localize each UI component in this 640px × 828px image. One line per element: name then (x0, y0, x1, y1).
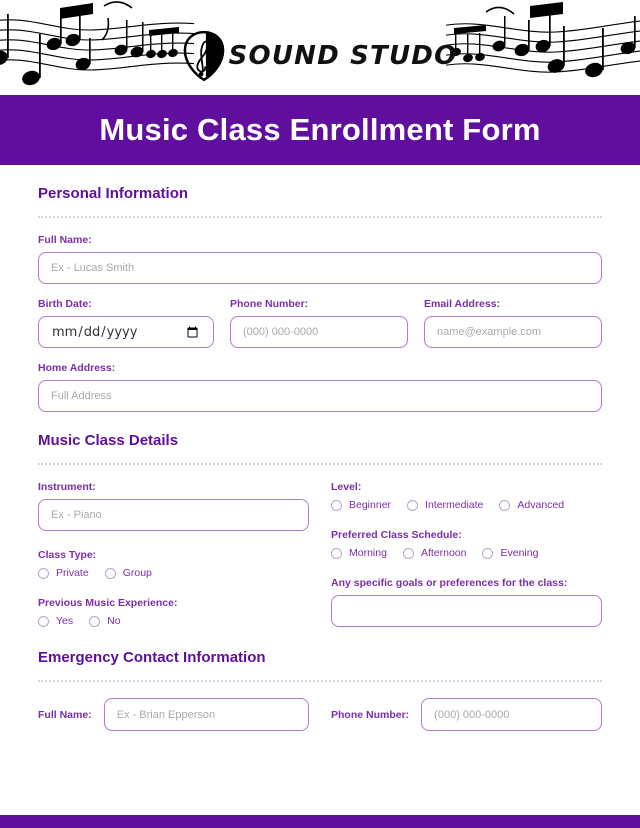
radio-class-type-group[interactable]: Group (104, 567, 152, 579)
label-instrument: Instrument: (38, 481, 96, 493)
label-level: Level: (331, 481, 362, 493)
email-address-input[interactable] (424, 316, 602, 348)
radio-label: Afternoon (420, 547, 467, 559)
radio-level-intermediate[interactable]: Intermediate (407, 499, 483, 511)
goals-input[interactable] (331, 595, 602, 627)
radio-circle-icon[interactable] (89, 615, 101, 627)
radio-circle-icon[interactable] (104, 567, 116, 579)
radio-schedule-evening[interactable]: Evening (482, 547, 538, 559)
brand-logo: SOUND STUDO (0, 30, 640, 82)
radio-label: Yes (56, 615, 74, 627)
enrollment-form-page: SOUND STUDO Music Class Enrollment Form … (0, 0, 640, 828)
emergency-phone-input[interactable] (421, 698, 602, 731)
instrument-input[interactable] (38, 499, 309, 531)
radio-label: Private (56, 567, 89, 579)
radio-label: Beginner (349, 499, 392, 511)
radio-class-type-private[interactable]: Private (38, 567, 89, 579)
label-class-type: Class Type: (38, 549, 97, 561)
page-title: Music Class Enrollment Form (99, 112, 541, 147)
label-goals: Any specific goals or preferences for th… (331, 577, 568, 589)
field-previous-experience: Previous Music Experience: Yes No (38, 597, 309, 627)
field-home-address: Home Address: (38, 362, 602, 412)
form-body: Personal Information Full Name: Birth Da… (0, 165, 640, 731)
level-radio-group: Beginner Intermediate Advanced (331, 499, 602, 511)
field-class-type: Class Type: Private Group (38, 549, 309, 579)
label-home-address: Home Address: (38, 362, 116, 374)
section-heading-class-details: Music Class Details (38, 432, 179, 449)
label-previous-experience: Previous Music Experience: (38, 597, 178, 609)
radio-level-beginner[interactable]: Beginner (331, 499, 391, 511)
radio-circle-icon[interactable] (482, 547, 494, 559)
class-type-radio-group: Private Group (38, 567, 309, 579)
emergency-contact-row: Full Name: Phone Number: (38, 698, 602, 731)
label-emergency-phone: Phone Number: (331, 708, 410, 721)
radio-label: No (107, 615, 121, 627)
section-divider-personal (38, 216, 602, 218)
field-preferred-schedule: Preferred Class Schedule: Morning Aftern… (331, 529, 602, 559)
field-email-address: Email Address: (424, 298, 602, 348)
radio-label: Group (122, 567, 152, 579)
label-preferred-schedule: Preferred Class Schedule: (331, 529, 462, 541)
field-instrument: Instrument: (38, 481, 309, 531)
radio-label: Morning (349, 547, 387, 559)
radio-circle-icon[interactable] (38, 567, 49, 579)
field-phone-number: Phone Number: (230, 298, 408, 348)
radio-label: Intermediate (425, 499, 484, 511)
full-name-input[interactable] (38, 252, 602, 284)
field-full-name: Full Name: (38, 234, 602, 284)
radio-circle-icon[interactable] (331, 499, 342, 511)
previous-experience-radio-group: Yes No (38, 615, 309, 627)
radio-circle-icon[interactable] (402, 547, 414, 559)
radio-schedule-afternoon[interactable]: Afternoon (402, 547, 467, 559)
field-level: Level: Beginner Intermediate Advanced (331, 481, 602, 511)
label-email-address: Email Address: (424, 298, 501, 310)
radio-experience-no[interactable]: No (89, 615, 121, 627)
radio-circle-icon[interactable] (38, 615, 49, 627)
row-birth-phone-email: Birth Date: Phone Number: Email Address: (38, 298, 602, 348)
section-heading-personal: Personal Information (38, 185, 189, 202)
radio-level-advanced[interactable]: Advanced (499, 499, 564, 511)
class-details-right-column: Level: Beginner Intermediate Advanced Pr… (331, 481, 602, 645)
brand-name: SOUND STUDO (228, 41, 458, 71)
class-details-left-column: Instrument: Class Type: Private Group (38, 481, 309, 645)
radio-circle-icon[interactable] (407, 499, 419, 511)
radio-label: Evening (500, 547, 539, 559)
radio-circle-icon[interactable] (331, 547, 342, 559)
phone-number-input[interactable] (230, 316, 408, 348)
home-address-input[interactable] (38, 380, 602, 412)
page-header: SOUND STUDO (0, 0, 640, 95)
radio-circle-icon[interactable] (499, 499, 511, 511)
footer-bar (0, 815, 640, 828)
field-goals: Any specific goals or preferences for th… (331, 577, 602, 627)
radio-label: Advanced (517, 499, 565, 511)
radio-schedule-morning[interactable]: Morning (331, 547, 387, 559)
section-divider-emergency (38, 680, 602, 682)
radio-experience-yes[interactable]: Yes (38, 615, 73, 627)
label-phone-number: Phone Number: (230, 298, 309, 310)
form-title-banner: Music Class Enrollment Form (0, 95, 640, 165)
emergency-full-name-input[interactable] (103, 698, 309, 731)
label-birth-date: Birth Date: (38, 298, 92, 310)
field-emergency-phone: Phone Number: (331, 698, 602, 731)
birth-date-input[interactable] (38, 316, 214, 348)
field-emergency-full-name: Full Name: (38, 698, 309, 731)
schedule-radio-group: Morning Afternoon Evening (331, 547, 602, 559)
label-emergency-full-name: Full Name: (38, 708, 92, 721)
section-heading-emergency: Emergency Contact Information (38, 649, 266, 666)
field-birth-date: Birth Date: (38, 298, 214, 348)
class-details-columns: Instrument: Class Type: Private Group (38, 481, 602, 645)
guitar-pick-treble-clef-icon (183, 30, 224, 82)
section-divider-class-details (38, 463, 602, 465)
label-full-name: Full Name: (38, 234, 92, 246)
